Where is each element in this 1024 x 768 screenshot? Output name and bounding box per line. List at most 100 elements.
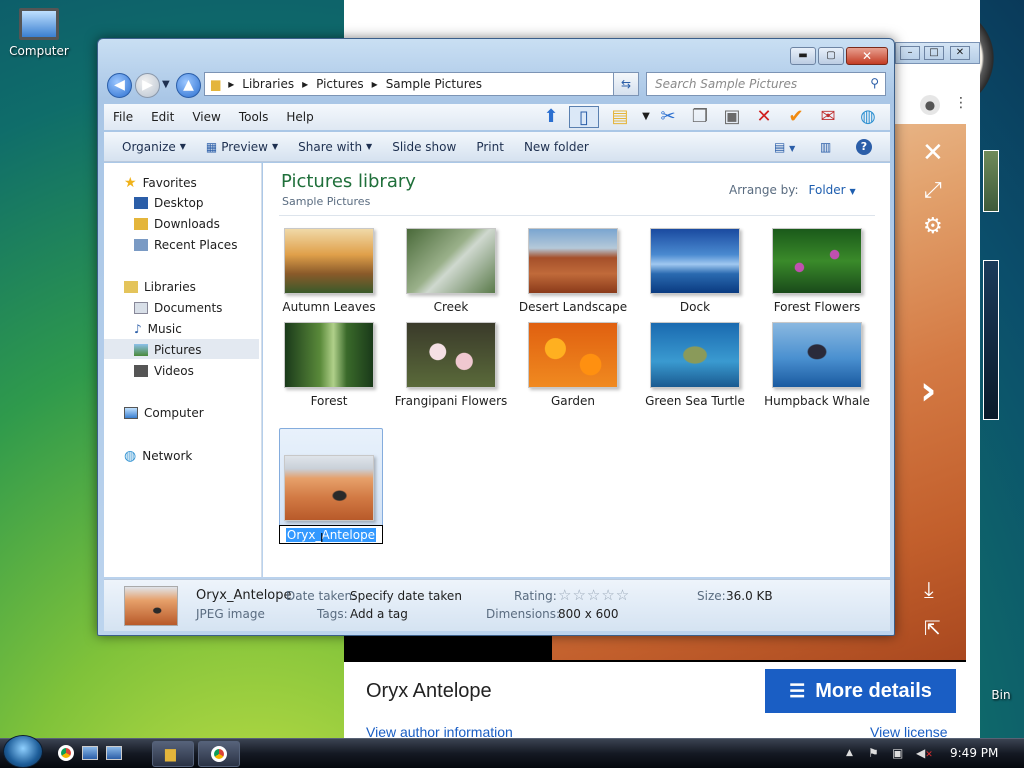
download-icon[interactable]: ⤓ [924, 578, 934, 603]
preview-pane-icon[interactable]: ▯ [569, 106, 599, 128]
rename-input[interactable]: Oryx_Antelope [279, 525, 383, 544]
back-button[interactable]: ◀ [107, 73, 132, 98]
details-filetype: JPEG image [196, 607, 265, 621]
delete-icon[interactable]: ✕ [752, 106, 776, 128]
print-button[interactable]: Print [466, 140, 514, 154]
slide-show-button[interactable]: Slide show [382, 140, 466, 154]
breadcrumb-sample-pictures[interactable]: Sample Pictures [386, 77, 482, 91]
breadcrumb-pictures[interactable]: Pictures [316, 77, 364, 91]
minimize-button[interactable]: – [900, 46, 920, 60]
nav-pictures[interactable]: Pictures [134, 343, 202, 357]
close-button[interactable]: ✕ [846, 47, 888, 65]
start-button[interactable] [3, 735, 43, 768]
rating-stars[interactable]: ☆☆☆☆☆ [558, 586, 630, 604]
arrange-dropdown[interactable]: Folder ▼ [809, 183, 856, 197]
thumbnail-green-sea-turtle [650, 322, 740, 388]
tray-expand-icon[interactable]: ▲ [846, 748, 853, 758]
next-arrow-icon[interactable]: › [920, 368, 936, 414]
views-icon[interactable]: ▤ ▼ [774, 140, 795, 154]
nav-recent-places[interactable]: Recent Places [134, 238, 237, 252]
preview-icon: ▦ [205, 139, 218, 154]
desktop-icon-recycle-bin[interactable]: Bin [984, 688, 1018, 702]
maximize-button[interactable]: □ [924, 46, 944, 60]
paste-icon[interactable]: ▣ [720, 106, 744, 128]
filmstrip-thumb[interactable] [983, 260, 999, 420]
nav-videos[interactable]: Videos [134, 364, 194, 378]
properties-icon[interactable]: ▤ [608, 106, 632, 128]
taskbar-chrome-button[interactable] [198, 741, 240, 767]
details-filename: Oryx_Antelope [196, 588, 292, 603]
page-title: Pictures library [281, 171, 416, 192]
menu-edit[interactable]: Edit [142, 110, 183, 124]
refresh-button[interactable]: ⇆ [613, 72, 639, 96]
rename-value: Oryx_Antelope [285, 527, 377, 542]
nav-network[interactable]: ◍ Network [124, 448, 192, 464]
checkmark-icon[interactable]: ✔ [784, 106, 808, 128]
new-folder-button[interactable]: New folder [514, 140, 599, 154]
menu-help[interactable]: Help [277, 110, 322, 124]
nav-desktop[interactable]: Desktop [134, 196, 204, 210]
address-bar[interactable]: ▆ ▸ Libraries ▸ Pictures ▸ Sample Pictur… [204, 72, 631, 96]
chrome-quicklaunch-icon[interactable] [58, 745, 74, 761]
search-input[interactable]: Search Sample Pictures ⚲ [646, 72, 886, 96]
tags-value[interactable]: Add a tag [350, 607, 408, 621]
maximize-button[interactable]: ▢ [818, 47, 844, 65]
help-icon[interactable]: ? [856, 138, 872, 155]
preview-pane-toggle-icon[interactable]: ▥ [820, 140, 831, 154]
taskbar-clock[interactable]: 9:49 PM [950, 746, 998, 760]
chevron-down-icon: ▼ [271, 142, 279, 151]
close-button[interactable]: ✕ [950, 46, 970, 60]
nav-label: Videos [154, 364, 194, 378]
nav-documents[interactable]: Documents [134, 301, 222, 315]
file-label: Forest Flowers [773, 300, 861, 314]
date-taken-value[interactable]: Specify date taken [350, 589, 462, 603]
breadcrumb-separator: ▸ [371, 77, 378, 91]
nav-downloads[interactable]: Downloads [134, 217, 220, 231]
nav-favorites[interactable]: ★ Favorites [124, 175, 197, 191]
globe-icon[interactable]: ◍ [856, 106, 880, 128]
tray-volume-icon[interactable]: ◀✕ [916, 746, 933, 760]
navigation-pane: ★ Favorites Desktop Downloads Recent Plac… [104, 163, 262, 577]
email-icon[interactable]: ✉ [816, 106, 840, 128]
desktop-icon-computer[interactable]: Computer [6, 8, 72, 58]
text-cursor-icon: I [320, 531, 324, 545]
preview-button[interactable]: ▦ Preview ▼ [196, 140, 288, 154]
browser-menu-icon[interactable]: ⋮ [954, 95, 968, 111]
recent-pages-dropdown[interactable]: ▼ [162, 79, 170, 90]
menu-tools[interactable]: Tools [230, 110, 278, 124]
organize-button[interactable]: Organize ▼ [112, 140, 196, 154]
nav-label: Recent Places [154, 238, 238, 252]
menu-file[interactable]: File [104, 110, 142, 124]
tray-network-icon[interactable]: ⚑ [868, 746, 879, 760]
arrange-by: Arrange by: Folder ▼ [729, 183, 856, 197]
up-button[interactable]: ▲ [176, 73, 201, 98]
avatar[interactable]: ● [920, 95, 940, 115]
menu-view[interactable]: View [183, 110, 229, 124]
tags-label: Tags: [317, 607, 348, 621]
switch-windows-icon[interactable] [106, 746, 122, 760]
close-icon[interactable]: ✕ [922, 138, 944, 168]
divider [279, 215, 875, 216]
desktop-icon-label: Bin [991, 688, 1011, 702]
show-desktop-icon[interactable] [82, 746, 98, 760]
chevron-down-icon: ▼ [366, 142, 373, 151]
minimize-button[interactable]: ▬ [790, 47, 816, 65]
nav-libraries[interactable]: Libraries [124, 280, 196, 294]
up-folder-icon[interactable]: ⬆ [539, 106, 563, 128]
copy-icon[interactable]: ❐ [688, 106, 712, 128]
expand-icon[interactable]: ⤢ [924, 178, 942, 203]
dropdown-icon[interactable]: ▼ [634, 106, 658, 128]
taskbar-explorer-button[interactable]: ▆ [152, 741, 194, 767]
cut-icon[interactable]: ✂ [656, 106, 680, 128]
more-details-button[interactable]: ☰ More details [765, 669, 956, 713]
thumbnail-desert-landscape [528, 228, 618, 294]
share-with-button[interactable]: Share with ▼ [288, 140, 382, 154]
breadcrumb-libraries[interactable]: Libraries [242, 77, 294, 91]
forward-button[interactable]: ▶ [135, 73, 160, 98]
nav-computer[interactable]: Computer [124, 406, 204, 420]
nav-music[interactable]: ♪ Music [134, 322, 182, 336]
tray-monitor-icon[interactable]: ▣ [892, 746, 903, 760]
gear-icon[interactable]: ⚙ [923, 214, 943, 239]
filmstrip-thumb[interactable] [983, 150, 999, 212]
share-icon[interactable]: ⇱ [924, 616, 941, 640]
